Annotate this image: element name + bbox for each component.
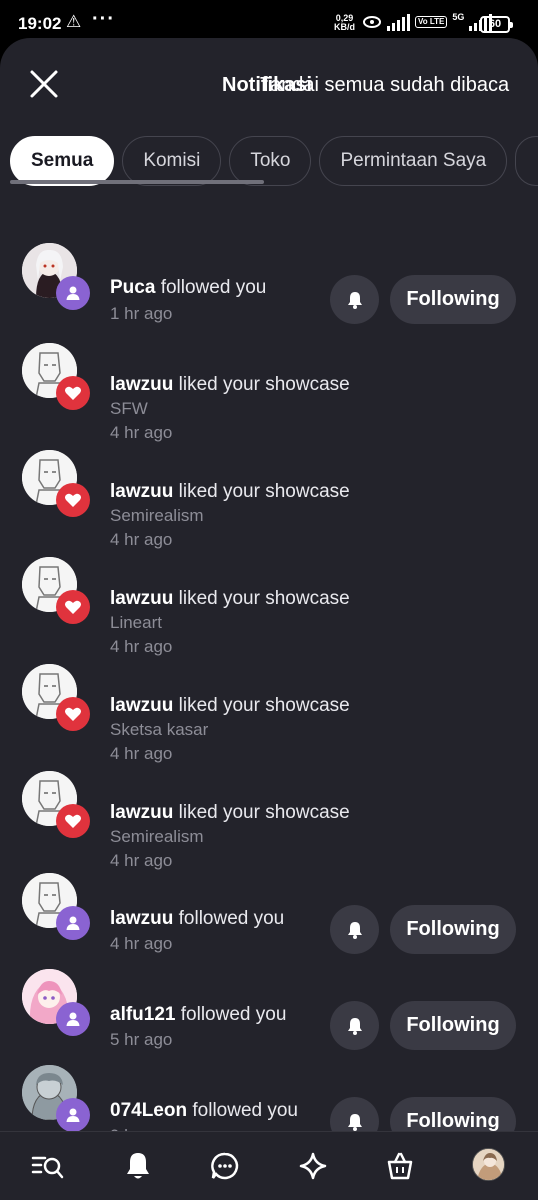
heart-icon <box>56 590 90 624</box>
showcase-title[interactable]: Semirealism <box>110 506 204 526</box>
action-text: followed you <box>180 1004 287 1025</box>
network-speed: 0,29 KB/d <box>334 14 355 32</box>
heart-icon <box>56 804 90 838</box>
hotspot-icon <box>363 16 381 28</box>
following-button[interactable]: Following <box>390 905 516 954</box>
volte-icon: Vo LTE <box>415 16 448 28</box>
username[interactable]: lawzuu <box>110 802 173 823</box>
notify-bell-button[interactable] <box>330 275 379 324</box>
action-text: liked your showcase <box>178 695 350 716</box>
notification-text: lawzuu liked your showcase <box>110 802 350 824</box>
status-bar: 19:02 ⚠ ··· 0,29 KB/d Vo LTE 5G 60 <box>0 0 538 40</box>
username[interactable]: lawzuu <box>110 481 173 502</box>
list-item[interactable]: lawzuu liked your showcase SFW 4 hr ago <box>0 338 538 442</box>
showcase-title[interactable]: Semirealism <box>110 827 204 847</box>
notification-text: alfu121 followed you <box>110 1004 286 1026</box>
action-text: liked your showcase <box>178 588 350 609</box>
username[interactable]: lawzuu <box>110 908 173 929</box>
action-text: liked your showcase <box>178 374 350 395</box>
bell-icon[interactable] <box>120 1148 156 1184</box>
notification-text: 074Leon followed you <box>110 1100 298 1122</box>
heart-icon <box>56 697 90 731</box>
list-item[interactable]: lawzuu liked your showcase Semirealism 4… <box>0 445 538 549</box>
tabs-scrollbar[interactable] <box>10 180 264 184</box>
warning-icon: ⚠ <box>66 12 82 31</box>
bell-icon <box>347 1017 362 1035</box>
notify-bell-button[interactable] <box>330 905 379 954</box>
network-type: 5G <box>452 12 465 22</box>
tab-komisi[interactable]: Komisi <box>122 136 222 186</box>
mark-all-read-button[interactable]: Tandai semua sudah dibaca <box>260 74 509 97</box>
notification-sheet: Notifikasi Tandai semua sudah dibaca Sem… <box>0 38 538 1200</box>
user-follow-badge-icon <box>56 1002 90 1036</box>
username[interactable]: lawzuu <box>110 374 173 395</box>
showcase-title[interactable]: Sketsa kasar <box>110 720 208 740</box>
bell-icon <box>347 921 362 939</box>
list-item[interactable]: lawzuu followed you 4 hr ago Following <box>0 868 538 968</box>
clock: 19:02 <box>18 14 62 33</box>
timestamp: 4 hr ago <box>110 530 173 549</box>
username[interactable]: Puca <box>110 277 155 298</box>
action-text: followed you <box>192 1100 298 1121</box>
heart-icon <box>56 376 90 410</box>
tab-permintaan-saya[interactable]: Permintaan Saya <box>319 136 508 186</box>
bell-icon <box>347 291 362 309</box>
bottom-nav <box>0 1131 538 1200</box>
notify-bell-button[interactable] <box>330 1001 379 1050</box>
username[interactable]: lawzuu <box>110 588 173 609</box>
notification-text: lawzuu followed you <box>110 908 284 930</box>
timestamp: 4 hr ago <box>110 423 173 442</box>
heart-icon <box>56 483 90 517</box>
network-speed-unit: KB/d <box>334 22 355 32</box>
filter-tabs: Semua Komisi Toko Permintaan Saya <box>10 136 538 186</box>
chat-icon[interactable] <box>207 1148 243 1184</box>
following-button[interactable]: Following <box>390 1001 516 1050</box>
list-item[interactable]: alfu121 followed you 5 hr ago Following <box>0 964 538 1064</box>
action-text: followed you <box>160 277 267 298</box>
shopping-bag-icon[interactable] <box>382 1148 418 1184</box>
list-item[interactable]: lawzuu liked your showcase Lineart 4 hr … <box>0 552 538 656</box>
notification-text: lawzuu liked your showcase <box>110 481 350 503</box>
timestamp: 4 hr ago <box>110 744 173 763</box>
search-list-icon[interactable] <box>30 1148 66 1184</box>
list-item[interactable]: lawzuu liked your showcase Sketsa kasar … <box>0 659 538 763</box>
notification-text: lawzuu liked your showcase <box>110 374 350 396</box>
user-follow-badge-icon <box>56 276 90 310</box>
list-item[interactable]: Puca followed you 1 hr ago Following <box>0 238 538 338</box>
showcase-title[interactable]: Lineart <box>110 613 162 633</box>
tab-toko[interactable]: Toko <box>229 136 312 186</box>
username[interactable]: lawzuu <box>110 695 173 716</box>
tab-more[interactable] <box>515 136 538 186</box>
bell-icon <box>347 1113 362 1131</box>
profile-avatar[interactable] <box>472 1148 505 1181</box>
notification-text: Puca followed you <box>110 277 266 299</box>
action-text: liked your showcase <box>178 802 350 823</box>
sparkle-icon[interactable] <box>295 1148 331 1184</box>
timestamp: 4 hr ago <box>110 934 173 953</box>
signal-icon <box>387 13 410 31</box>
timestamp: 1 hr ago <box>110 304 173 323</box>
more-notifications-icon: ··· <box>92 8 115 30</box>
notification-text: lawzuu liked your showcase <box>110 695 350 717</box>
tab-semua[interactable]: Semua <box>10 136 115 186</box>
notification-text: lawzuu liked your showcase <box>110 588 350 610</box>
username[interactable]: alfu121 <box>110 1004 175 1025</box>
user-follow-badge-icon <box>56 1098 90 1132</box>
username[interactable]: 074Leon <box>110 1100 187 1121</box>
user-follow-badge-icon <box>56 906 90 940</box>
showcase-title[interactable]: SFW <box>110 399 148 419</box>
list-item[interactable]: lawzuu liked your showcase Semirealism 4… <box>0 766 538 870</box>
battery-icon: 60 <box>480 16 513 33</box>
action-text: liked your showcase <box>178 481 350 502</box>
following-button[interactable]: Following <box>390 275 516 324</box>
action-text: followed you <box>178 908 285 929</box>
timestamp: 4 hr ago <box>110 637 173 656</box>
timestamp: 5 hr ago <box>110 1030 173 1049</box>
close-icon[interactable] <box>26 66 62 102</box>
